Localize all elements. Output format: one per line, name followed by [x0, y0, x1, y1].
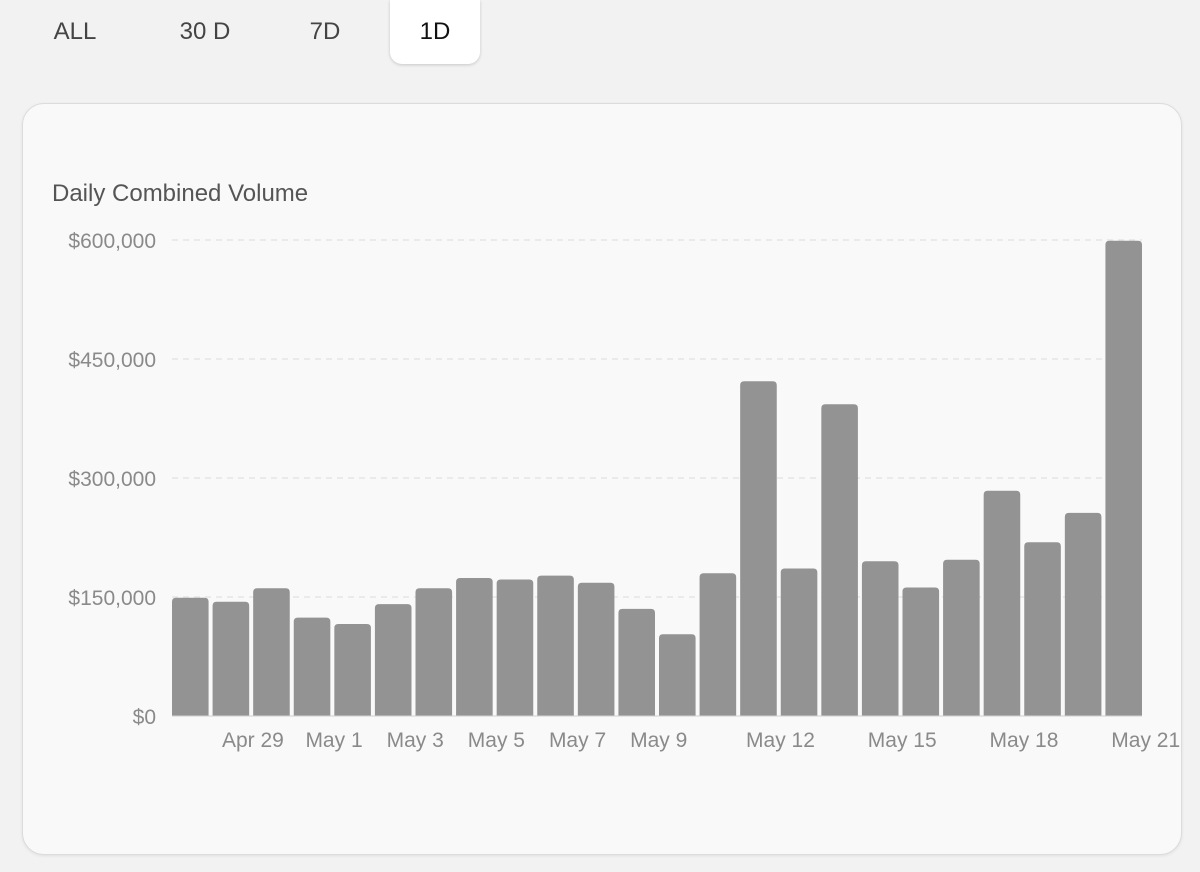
bar[interactable]	[537, 575, 574, 716]
bar[interactable]	[821, 404, 858, 716]
bar[interactable]	[780, 568, 818, 716]
bar[interactable]	[1024, 542, 1061, 716]
x-tick-label: May 21	[1111, 729, 1180, 752]
bar[interactable]	[293, 617, 331, 716]
bar[interactable]	[456, 577, 493, 716]
bar[interactable]	[374, 604, 412, 716]
x-tick-label: Apr 29	[222, 729, 284, 752]
bar[interactable]	[740, 381, 777, 716]
bar[interactable]	[659, 634, 696, 716]
bar[interactable]	[943, 559, 980, 716]
x-tick-label: May 7	[549, 729, 606, 752]
x-tick-label: May 12	[746, 729, 815, 752]
y-tick-label: $150,000	[68, 587, 156, 610]
bar[interactable]	[1064, 512, 1102, 716]
x-tick-label: May 9	[630, 729, 687, 752]
bar[interactable]	[334, 623, 371, 716]
x-tick-label: May 5	[468, 729, 525, 752]
bar[interactable]	[496, 579, 534, 716]
x-tick-label: May 18	[990, 729, 1059, 752]
volume-bar-chart: $0 $150,000 $300,000 $450,000 $600,000 Apr 29…	[68, 230, 1180, 752]
bar[interactable]	[983, 490, 1021, 716]
y-tick-label: $0	[133, 706, 156, 729]
y-tick-label: $600,000	[68, 230, 156, 253]
bar[interactable]	[212, 601, 250, 716]
bar[interactable]	[618, 608, 655, 716]
bar[interactable]	[172, 597, 209, 716]
bar[interactable]	[902, 587, 940, 716]
bar[interactable]	[253, 588, 290, 716]
y-tick-label: $300,000	[68, 468, 156, 491]
bar[interactable]	[861, 561, 899, 716]
y-tick-label: $450,000	[68, 349, 156, 372]
x-tick-label: May 15	[868, 729, 937, 752]
x-tick-label: May 3	[387, 729, 444, 752]
bar[interactable]	[577, 582, 615, 716]
bar[interactable]	[1105, 240, 1142, 716]
x-tick-label: May 1	[305, 729, 362, 752]
bar[interactable]	[699, 573, 737, 716]
bar[interactable]	[415, 588, 453, 716]
